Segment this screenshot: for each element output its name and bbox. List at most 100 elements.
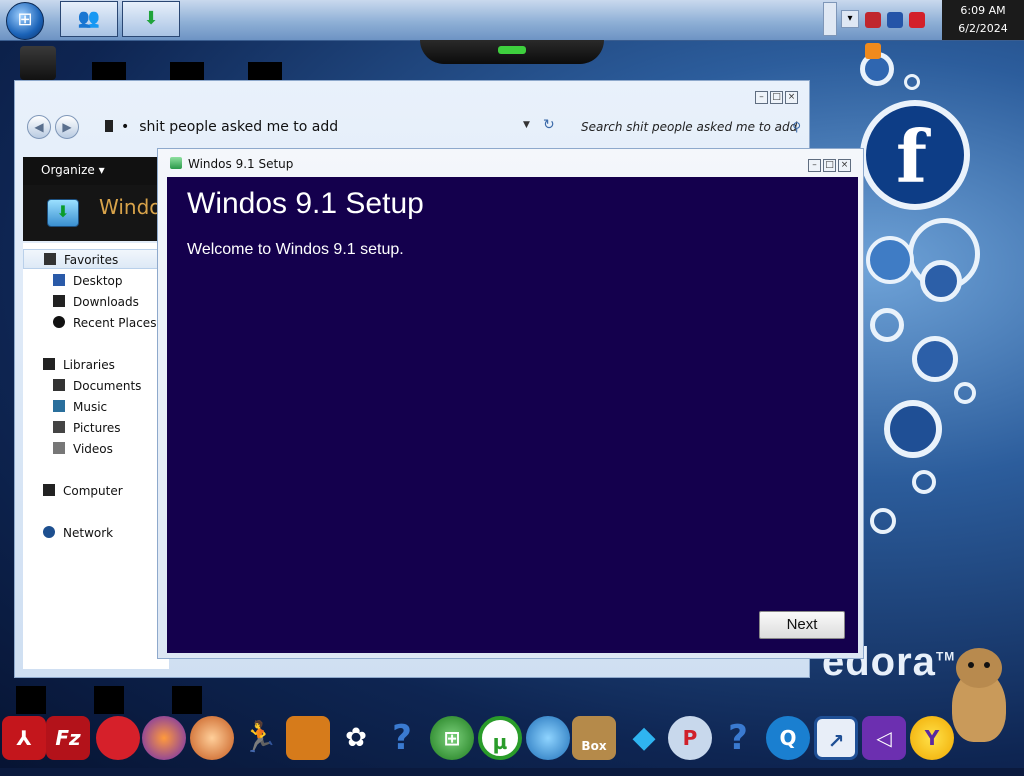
wallpaper-bubble [912,470,936,494]
search-placeholder: Search shit people asked me to add [581,120,798,134]
nav-videos[interactable]: Videos [53,439,113,459]
top-dock-notch [420,40,604,64]
maximize-button[interactable]: □ [770,91,783,104]
trash-icon[interactable] [20,46,56,80]
nav-network[interactable]: Network [43,523,113,543]
redacted-icon [172,686,202,714]
redacted-icon [248,62,282,82]
setup-app-icon: ⬇ [47,199,79,227]
setup-welcome-text: Welcome to Windos 9.1 setup. [187,241,404,258]
wallpaper-bubble [870,308,904,342]
explorer-window-controls: – □ × [755,91,798,104]
taskbar-scrollbar[interactable] [823,2,837,36]
hamster-head [956,648,1002,688]
pictures-icon [53,421,65,433]
p-icon[interactable]: P [668,716,712,760]
help-icon[interactable]: ? [716,716,760,760]
nav-downloads[interactable]: Downloads [53,292,139,312]
close-button[interactable]: × [785,91,798,104]
help-icon[interactable]: ? [380,716,424,760]
tray-red-icon[interactable] [908,12,925,28]
hamster-mascot [944,648,1014,748]
start-button[interactable]: ⊞ [6,2,44,40]
nav-music[interactable]: Music [53,397,107,417]
windows-logo-icon[interactable]: ⊞ [430,716,474,760]
close-button[interactable]: × [838,159,851,172]
nav-pictures[interactable]: Pictures [53,418,121,438]
taskbar-button-explorer[interactable]: ⬇ [122,1,180,37]
tray-shield-icon[interactable] [865,12,881,28]
next-button[interactable]: Next [759,611,845,639]
nav-documents[interactable]: Documents [53,376,141,396]
recent-places-icon [53,316,65,328]
forward-button[interactable]: ▶ [55,115,79,139]
navigation-pane: Favorites Desktop Downloads Recent Place… [23,243,169,669]
flower-icon[interactable]: ✿ [334,716,378,760]
tray-vlc-icon[interactable] [865,43,881,59]
refresh-icon[interactable]: ↻ [543,117,555,133]
wallpaper-bubble [954,382,976,404]
system-tray [864,6,940,59]
nav-libraries[interactable]: Libraries [43,355,115,375]
setup-content: Windos 9.1 Setup Welcome to Windos 9.1 s… [167,177,858,653]
explorer-navigation-bar: ◀ ▶ • shit people asked me to add ▼ ↻ Sea… [25,113,801,141]
chevron-down-icon[interactable]: ▾ [841,10,859,28]
download-manager-icon[interactable] [526,716,570,760]
wallpaper-bubble [870,508,896,534]
system-clock[interactable]: 6:09 AM 6/2/2024 [942,0,1024,40]
taskbar-button-users[interactable]: 👥 [60,1,118,37]
details-pane: ⬇ Windo [23,185,173,241]
organize-button[interactable]: Organize ▾ [41,163,105,177]
redacted-icon [170,62,204,82]
download-folder-icon: ⬇ [143,8,159,29]
visual-studio-icon[interactable]: ◁ [862,716,906,760]
star-icon [44,253,56,265]
nav-recent-places[interactable]: Recent Places [53,313,156,333]
runner-icon[interactable]: 🏃 [238,716,282,760]
search-input[interactable]: Search shit people asked me to add ⚲ [571,115,807,139]
address-dropdown-icon[interactable]: ▼ [523,120,530,130]
utorrent-icon[interactable]: µ [478,716,522,760]
desktop-icon [53,274,65,286]
archive-icon[interactable] [286,716,330,760]
fedora-logo-icon: f [860,100,970,210]
adobe-reader-icon[interactable]: ⅄ [2,716,46,760]
maximize-button[interactable]: □ [823,159,836,172]
gem-icon[interactable]: ◆ [622,716,666,760]
address-bar[interactable]: • shit people asked me to add [105,115,561,139]
back-button[interactable]: ◀ [27,115,51,139]
folder-icon [105,120,113,132]
documents-icon [53,379,65,391]
nav-favorites[interactable]: Favorites [23,249,169,269]
clock-date: 6/2/2024 [958,22,1008,35]
wallpaper-bubble [866,236,914,284]
taskbar: ⊞ 👥 ⬇ ▾ 6:09 AM 6/2/2024 [0,0,1024,59]
wallpaper-bubble [884,400,942,458]
music-icon [53,400,65,412]
minimize-button[interactable]: – [755,91,768,104]
computer-icon [43,484,55,496]
downloads-icon [53,295,65,307]
setup-heading: Windos 9.1 Setup [187,187,424,220]
melon-icon[interactable] [190,716,234,760]
breadcrumb-separator: • [121,119,130,135]
wallpaper-bubble [904,74,920,90]
firefox-icon[interactable] [142,716,186,760]
setup-titlebar: Windos 9.1 Setup [170,157,293,171]
videos-icon [53,442,65,454]
filezilla-icon[interactable]: Fz [46,716,90,760]
search-icon[interactable]: ⚲ [792,115,801,139]
minimize-button[interactable]: – [808,159,821,172]
hamster-eye [968,662,974,668]
nav-computer[interactable]: Computer [43,481,123,501]
redacted-icon [16,686,46,714]
setup-window[interactable]: Windos 9.1 Setup – □ × Windos 9.1 Setup … [157,148,864,659]
arrow-icon[interactable]: ↗ [814,716,858,760]
quicktime-icon[interactable]: Q [766,716,810,760]
box-icon[interactable]: Box [572,716,616,760]
red-bird-icon[interactable] [96,716,140,760]
libraries-icon [43,358,55,370]
nav-desktop[interactable]: Desktop [53,271,123,291]
setup-window-controls: – □ × [808,159,851,172]
tray-network-icon[interactable] [886,12,903,28]
